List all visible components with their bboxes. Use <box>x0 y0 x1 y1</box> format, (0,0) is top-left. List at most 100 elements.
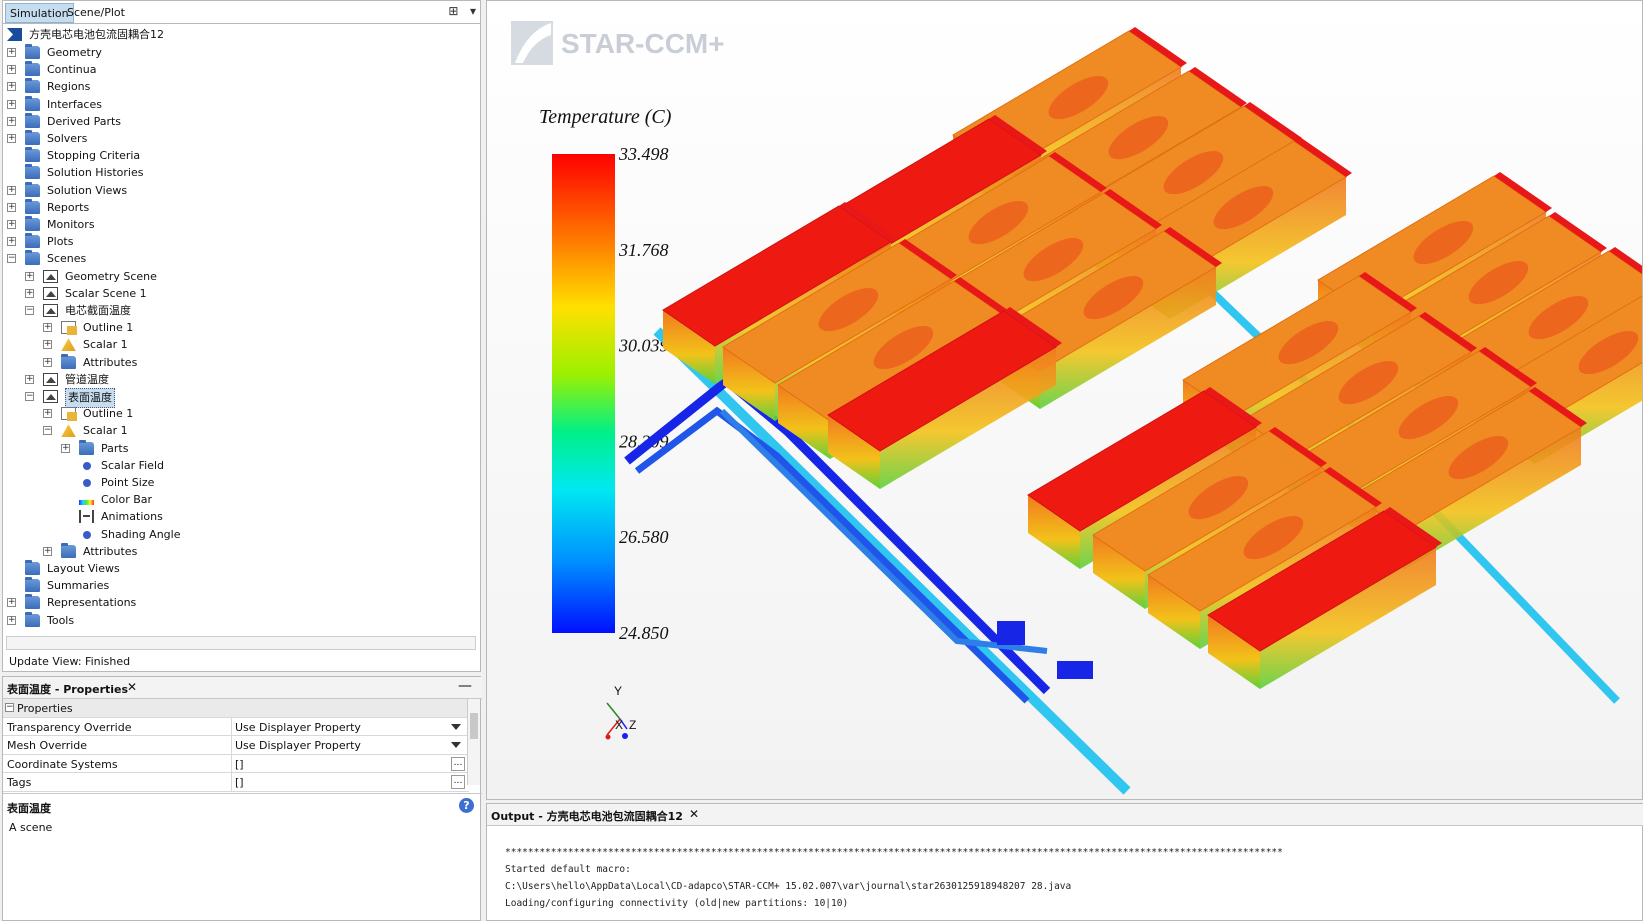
help-icon[interactable]: ? <box>459 798 474 813</box>
scene-viewport[interactable]: STAR-CCM+ Temperature (C) 33.498 31.768 30… <box>486 0 1643 800</box>
expand-icon[interactable]: + <box>7 48 16 57</box>
expand-icon[interactable]: + <box>7 598 16 608</box>
output-tab[interactable]: Output - 方壳电芯电池包流固耦合12 ✕ <box>487 804 1643 826</box>
properties-tab[interactable]: 表面温度 - Properties ✕ — <box>3 677 482 699</box>
scene-canvas[interactable]: STAR-CCM+ Temperature (C) 33.49831.76830… <box>487 1 1643 800</box>
expand-icon[interactable]: + <box>61 443 70 453</box>
property-row-mesh[interactable]: Mesh Override Use Displayer Property <box>3 736 469 755</box>
tree-node-label: Solvers <box>47 132 88 145</box>
folder-icon <box>25 61 40 77</box>
ellipsis-button[interactable]: … <box>451 756 465 771</box>
folder-icon <box>25 198 40 214</box>
property-key: Coordinate Systems <box>7 757 118 771</box>
expand-icon[interactable]: + <box>7 237 16 247</box>
property-value[interactable]: [] <box>235 758 244 771</box>
dropdown-arrow-icon[interactable] <box>451 742 461 748</box>
collapse-icon[interactable]: − <box>25 392 34 401</box>
log-line: Started default macro: <box>505 864 631 875</box>
log-line: C:\Users\hello\AppData\Local\CD-adapco\S… <box>505 881 1072 892</box>
pipe-connector <box>1057 661 1093 679</box>
property-value[interactable]: Use Displayer Property <box>235 739 361 752</box>
tree-node-label: Scalar Scene 1 <box>65 286 147 300</box>
scene-icon <box>43 304 58 317</box>
collapse-icon[interactable]: − <box>5 703 14 712</box>
properties-scrollbar[interactable] <box>467 699 480 785</box>
tree-node-label: Interfaces <box>47 97 102 111</box>
folder-icon <box>61 542 76 558</box>
property-description: 表面温度 A scene ? <box>3 793 482 921</box>
collapse-icon[interactable]: − <box>43 426 52 436</box>
properties-section-label: Properties <box>17 702 73 715</box>
outline-icon <box>61 321 77 336</box>
simulation-icon <box>7 28 22 41</box>
tree-horizontal-scrollbar[interactable] <box>6 636 476 650</box>
tree-node-label: Scalar 1 <box>83 338 128 352</box>
expand-icon[interactable]: + <box>43 546 52 556</box>
folder-icon <box>25 233 40 249</box>
tree-node-label: Solution Histories <box>47 166 144 180</box>
colorbar-gradient <box>552 154 615 633</box>
folder-icon <box>25 560 40 575</box>
expand-icon[interactable]: + <box>7 99 16 109</box>
folder-icon <box>25 164 40 180</box>
close-icon[interactable]: ✕ <box>127 680 137 694</box>
expand-icon[interactable]: + <box>43 323 52 333</box>
property-row-tags[interactable]: Tags [] … <box>3 773 469 792</box>
chevron-down-icon[interactable]: ▾ <box>470 4 476 18</box>
property-row-coordinate-systems[interactable]: Coordinate Systems [] … <box>3 754 469 773</box>
log-line: ****************************************… <box>505 847 1283 858</box>
property-value[interactable]: Use Displayer Property <box>235 721 361 734</box>
expand-icon[interactable]: + <box>7 220 16 229</box>
expand-icon[interactable]: + <box>7 134 16 143</box>
property-value[interactable]: [] <box>235 776 244 789</box>
status-text: Update View: Finished <box>9 655 131 668</box>
folder-icon <box>25 44 40 59</box>
expand-icon[interactable]: + <box>7 202 16 212</box>
left-pane: Simulation Scene/Plot ⊞ ▾ 方壳电芯电池包流固耦合12 … <box>2 0 482 921</box>
expand-icon[interactable]: + <box>7 185 16 195</box>
minimize-icon[interactable]: — <box>458 678 472 694</box>
close-icon[interactable]: ✕ <box>689 807 699 821</box>
property-key: Tags <box>7 776 32 789</box>
expand-icon[interactable]: + <box>43 340 52 350</box>
ellipsis-button[interactable]: … <box>451 775 465 789</box>
expand-icon[interactable]: + <box>25 288 34 298</box>
property-row-transparency[interactable]: Transparency Override Use Displayer Prop… <box>3 717 469 736</box>
expand-icon[interactable]: + <box>7 116 16 126</box>
expand-icon[interactable]: + <box>43 409 52 419</box>
tree-tabs: Simulation Scene/Plot ⊞ ▾ <box>2 0 481 24</box>
tree-node-label: Scalar Field <box>101 458 164 472</box>
dot-icon <box>83 530 91 539</box>
folder-icon <box>25 95 40 111</box>
collapse-icon[interactable]: − <box>25 306 34 315</box>
folder-icon <box>25 147 40 163</box>
tree-node-label: Tools <box>47 613 75 627</box>
scene-icon <box>43 390 58 403</box>
tree-node-label: Parts <box>101 441 129 455</box>
star-ccm-logo: STAR-CCM+ <box>511 21 725 65</box>
tree-node-label: Summaries <box>47 579 110 593</box>
tree-structure-icon[interactable]: ⊞ <box>448 4 458 18</box>
expand-icon[interactable]: + <box>7 615 16 625</box>
tree-node-label: 管道温度 <box>65 372 109 386</box>
dropdown-arrow-icon[interactable] <box>451 723 461 730</box>
scene-icon <box>43 372 58 386</box>
expand-icon[interactable]: + <box>25 271 34 281</box>
tree-node-label: Color Bar <box>101 493 153 507</box>
collapse-icon[interactable]: − <box>7 254 16 264</box>
properties-section-header[interactable]: − Properties <box>3 699 469 718</box>
scalar-icon <box>61 424 76 438</box>
expand-icon[interactable]: + <box>7 82 16 92</box>
tree-node-label: Attributes <box>83 544 138 558</box>
tree-node-label: Representations <box>47 596 137 610</box>
tab-scene-plot[interactable]: Scene/Plot <box>63 3 129 23</box>
outline-icon <box>61 407 77 422</box>
tree-node-label: Monitors <box>47 218 95 231</box>
description-title: 表面温度 <box>7 802 51 815</box>
tree-node-label: Layout Views <box>47 562 120 575</box>
expand-icon[interactable]: + <box>25 374 34 384</box>
property-key: Mesh Override <box>7 739 88 752</box>
expand-icon[interactable]: + <box>7 65 16 75</box>
expand-icon[interactable]: + <box>43 357 52 367</box>
folder-icon <box>25 78 40 94</box>
